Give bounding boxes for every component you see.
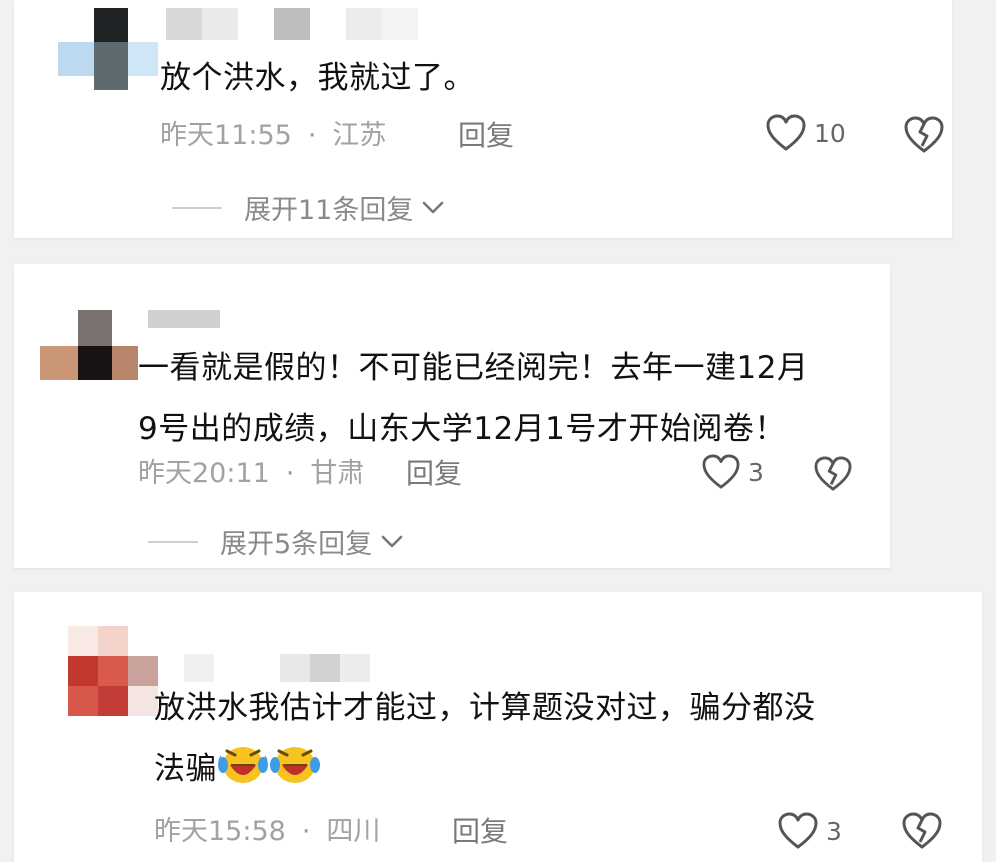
- reply-button[interactable]: 回复: [406, 454, 462, 494]
- avatar[interactable]: [68, 626, 160, 718]
- comment-text-line: 放洪水我估计才能过，计算题没对过，骗分都没: [154, 690, 816, 726]
- comment-text: 放个洪水，我就过了。: [160, 60, 475, 96]
- comment-card: 放个洪水，我就过了。 昨天11:55 · 江苏 回复 10 展开11条回复: [14, 0, 952, 238]
- comment-meta: 昨天11:55 · 江苏: [160, 116, 386, 156]
- username[interactable]: [166, 8, 426, 42]
- like-count: 3: [826, 816, 842, 846]
- laughing-crying-emoji-icon: [269, 741, 321, 806]
- comment-location: 江苏: [332, 120, 387, 151]
- dislike-button[interactable]: [902, 812, 942, 854]
- separator-dot: ·: [285, 458, 295, 489]
- like-count: 3: [748, 457, 764, 487]
- comment-time: 昨天11:55: [160, 120, 292, 151]
- comment-text: 放洪水我估计才能过，计算题没对过，骗分都没 法骗: [154, 678, 974, 806]
- comment-location: 甘肃: [310, 458, 365, 489]
- chevron-down-icon: [421, 192, 445, 223]
- like-button[interactable]: 10: [766, 114, 846, 152]
- comment-meta: 昨天20:11 · 甘肃: [138, 454, 364, 494]
- divider-line: [148, 540, 198, 543]
- comment-location: 四川: [326, 816, 381, 847]
- separator-dot: ·: [301, 816, 311, 847]
- avatar[interactable]: [58, 8, 158, 90]
- comment-card: 放洪水我估计才能过，计算题没对过，骗分都没 法骗 昨天15:58 · 四川 回复 3: [14, 592, 982, 862]
- expand-replies-button[interactable]: 展开11条回复: [172, 188, 445, 227]
- comment-time: 昨天15:58: [154, 816, 286, 847]
- expand-replies-label: 展开11条回复: [244, 195, 414, 226]
- comment-time: 昨天20:11: [138, 458, 270, 489]
- comment-meta: 昨天15:58 · 四川: [154, 812, 380, 852]
- comment-text-line: 一看就是假的！不可能已经阅完！去年一建12月: [138, 350, 809, 386]
- broken-heart-icon: [904, 116, 944, 158]
- avatar[interactable]: [40, 310, 140, 382]
- comment-card: 一看就是假的！不可能已经阅完！去年一建12月 9号出的成绩，山东大学12月1号才…: [14, 264, 890, 568]
- like-button[interactable]: 3: [702, 454, 764, 490]
- username[interactable]: [148, 310, 228, 330]
- reply-button[interactable]: 回复: [458, 116, 514, 156]
- broken-heart-icon: [814, 456, 852, 496]
- laughing-crying-emoji-icon: [217, 741, 269, 806]
- comment-text-line: 9号出的成绩，山东大学12月1号才开始阅卷！: [138, 411, 786, 447]
- like-button[interactable]: 3: [778, 812, 842, 850]
- heart-icon: [778, 812, 818, 850]
- dislike-button[interactable]: [904, 116, 944, 158]
- chevron-down-icon: [380, 526, 404, 557]
- reply-button[interactable]: 回复: [452, 812, 508, 852]
- comment-text-line: 法骗: [154, 739, 974, 806]
- heart-icon: [766, 114, 806, 152]
- like-count: 10: [814, 118, 846, 148]
- broken-heart-icon: [902, 812, 942, 854]
- expand-replies-label: 展开5条回复: [220, 529, 373, 560]
- dislike-button[interactable]: [814, 456, 852, 496]
- divider-line: [172, 206, 222, 209]
- expand-replies-button[interactable]: 展开5条回复: [148, 522, 404, 561]
- comment-text: 一看就是假的！不可能已经阅完！去年一建12月 9号出的成绩，山东大学12月1号才…: [138, 338, 878, 460]
- separator-dot: ·: [307, 120, 317, 151]
- heart-icon: [702, 454, 740, 490]
